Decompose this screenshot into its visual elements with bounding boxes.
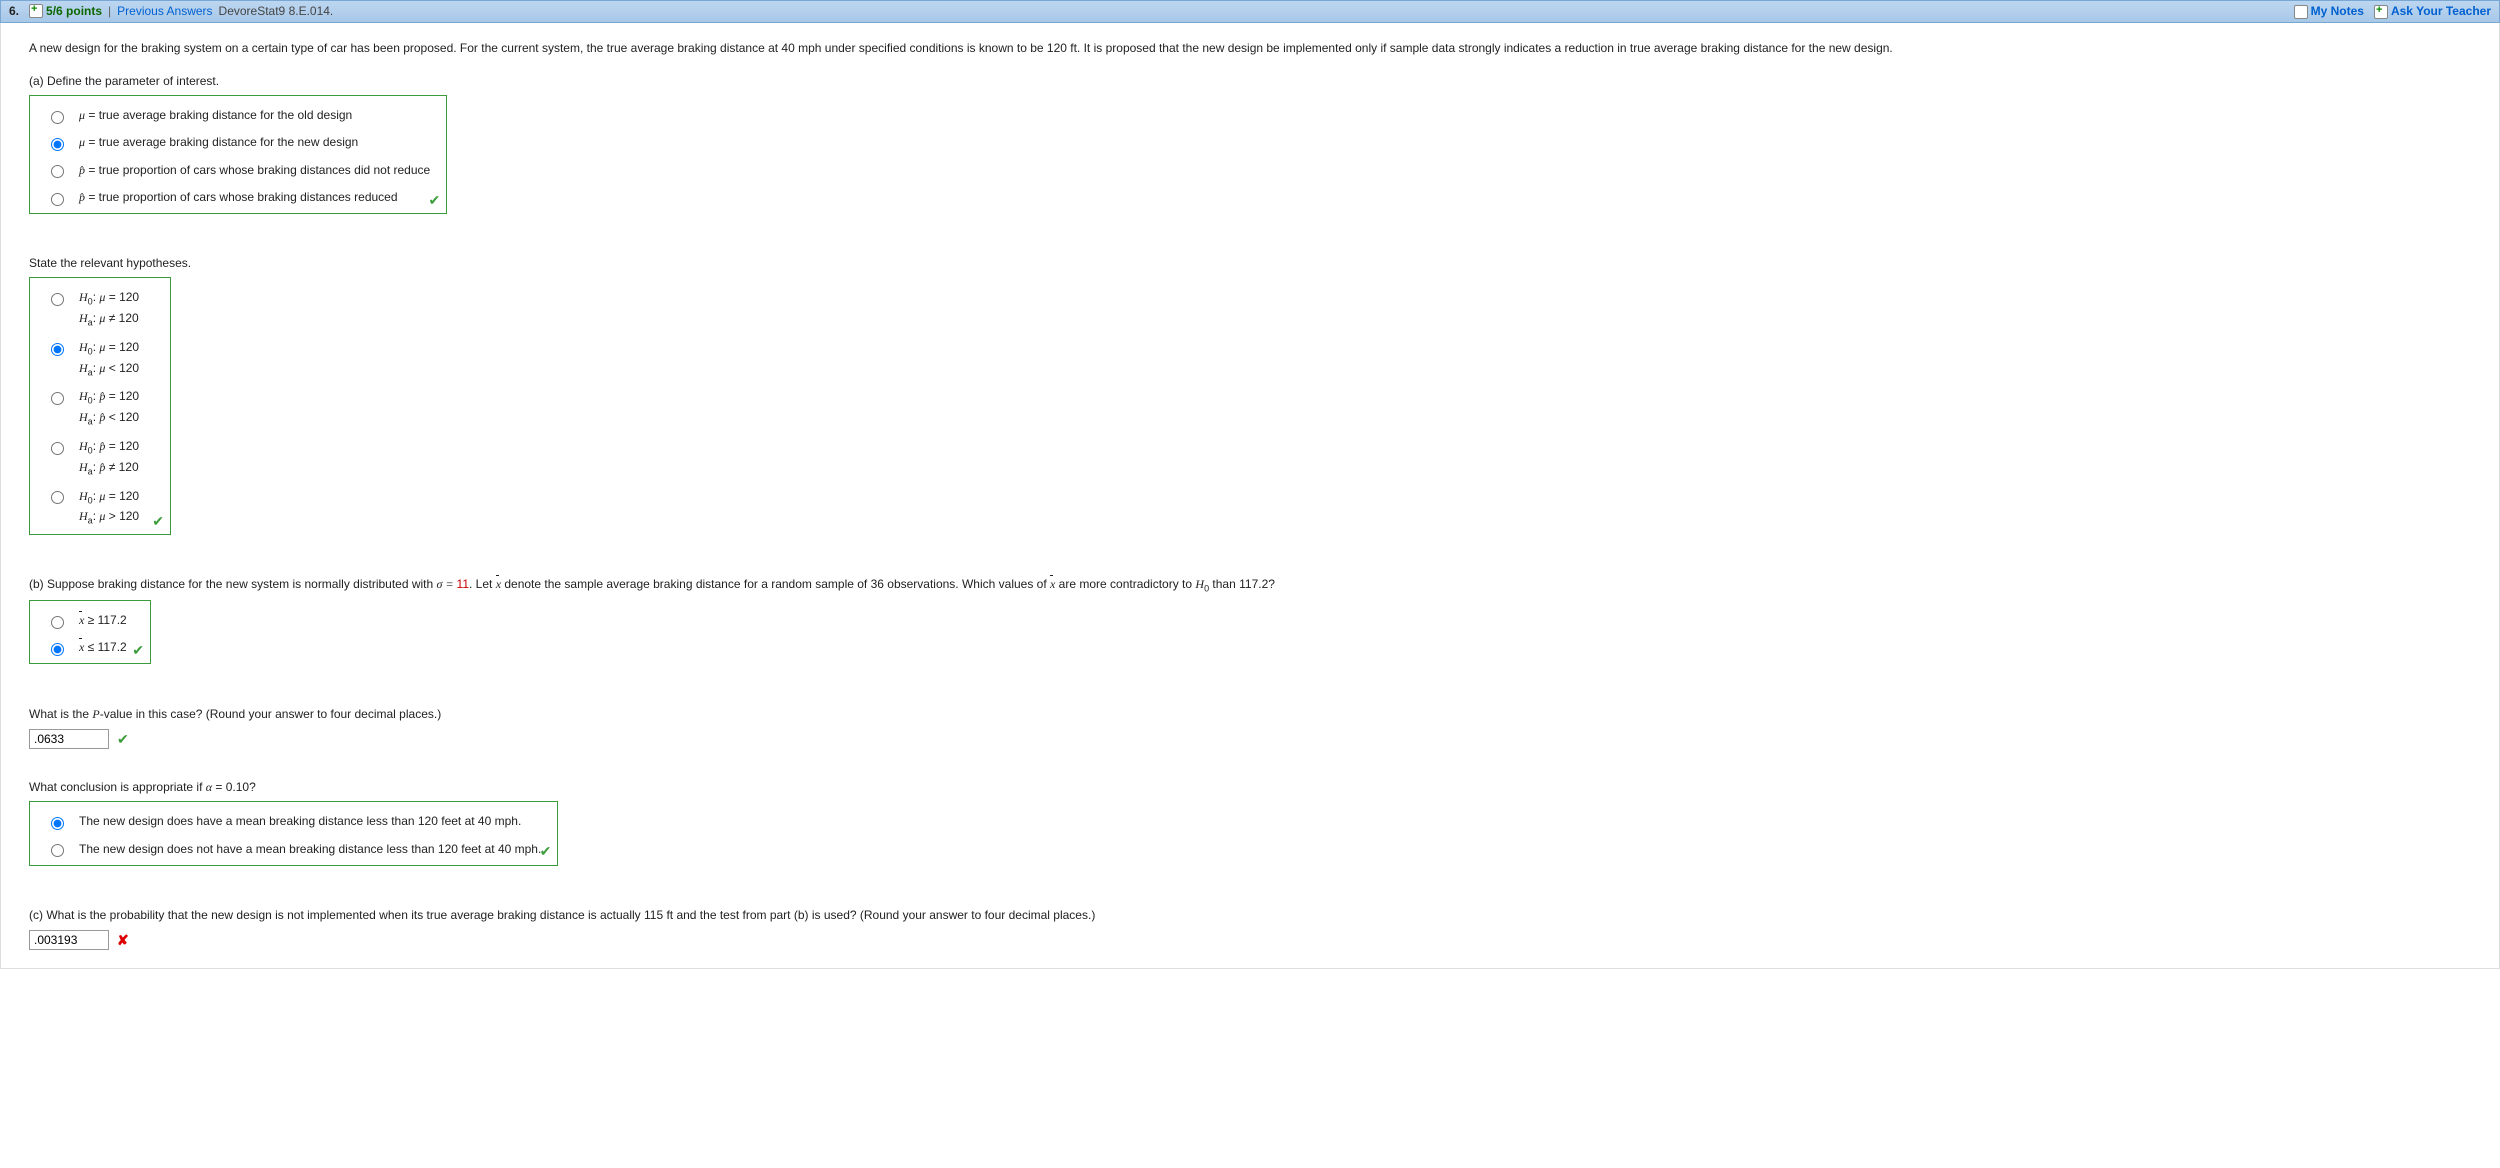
hyp-radio-5[interactable]	[51, 491, 64, 504]
part-b-opt-1: x ≥ 117.2	[73, 607, 133, 634]
hyp-opt-4: H0: p̂ = 120 Ha: p̂ ≠ 120	[73, 433, 145, 483]
textbook-ref: DevoreStat9 8.E.014.	[219, 4, 334, 18]
concl-opt-1: The new design does have a mean breaking…	[73, 808, 547, 835]
plus-icon	[2374, 5, 2388, 19]
conclusion-question: What conclusion is appropriate if α = 0.…	[29, 778, 2471, 797]
separator: |	[108, 4, 111, 18]
ask-teacher-link[interactable]: Ask Your Teacher	[2374, 4, 2491, 19]
hyp-opt-2: H0: μ = 120 Ha: μ < 120	[73, 334, 145, 384]
question-body: A new design for the braking system on a…	[0, 23, 2500, 969]
part-c-question: (c) What is the probability that the new…	[29, 906, 2471, 925]
part-a-opt-3: p̂ = true proportion of cars whose braki…	[73, 157, 436, 184]
part-c-input[interactable]	[29, 930, 109, 950]
part-a-radio-4[interactable]	[51, 193, 64, 206]
part-a-radio-3[interactable]	[51, 165, 64, 178]
concl-opt-2: The new design does not have a mean brea…	[73, 836, 547, 863]
part-a-opt-1: μ = true average braking distance for th…	[73, 102, 436, 129]
concl-radio-1[interactable]	[51, 817, 64, 830]
question-prompt: A new design for the braking system on a…	[29, 39, 2471, 58]
question-number: 6.	[9, 4, 19, 18]
expand-icon[interactable]	[29, 4, 43, 18]
previous-answers-link[interactable]: Previous Answers	[117, 4, 212, 18]
part-a-opt-4: p̂ = true proportion of cars whose braki…	[73, 184, 436, 211]
x-icon: ✘	[117, 929, 129, 951]
check-icon: ✔	[152, 510, 164, 532]
hyp-radio-3[interactable]	[51, 392, 64, 405]
part-a-radio-2[interactable]	[51, 138, 64, 151]
question-header: 6. 5/6 points | Previous Answers DevoreS…	[0, 0, 2500, 23]
hyp-opt-3: H0: p̂ = 120 Ha: p̂ < 120	[73, 383, 145, 433]
concl-radio-2[interactable]	[51, 844, 64, 857]
points-label: 5/6 points	[46, 4, 102, 18]
notes-icon	[2294, 5, 2308, 19]
part-b-options: x ≥ 117.2 x ≤ 117.2 ✔	[29, 600, 151, 664]
part-b-opt-2: x ≤ 117.2	[73, 634, 133, 661]
hyp-opt-1: H0: μ = 120 Ha: μ ≠ 120	[73, 284, 145, 334]
my-notes-link[interactable]: My Notes	[2294, 4, 2364, 19]
part-a-radio-1[interactable]	[51, 111, 64, 124]
part-b-radio-2[interactable]	[51, 643, 64, 656]
pvalue-question: What is the P-value in this case? (Round…	[29, 705, 2471, 724]
hyp-opt-5: H0: μ = 120 Ha: μ > 120	[73, 483, 145, 533]
conclusion-options: The new design does have a mean breaking…	[29, 801, 558, 865]
pvalue-input[interactable]	[29, 729, 109, 749]
part-b-label: (b) Suppose braking distance for the new…	[29, 575, 2471, 596]
check-icon: ✔	[540, 840, 552, 862]
hyp-radio-2[interactable]	[51, 343, 64, 356]
check-icon: ✔	[132, 639, 144, 661]
check-icon: ✔	[428, 189, 440, 211]
check-icon: ✔	[117, 728, 129, 750]
part-a-options: μ = true average braking distance for th…	[29, 95, 447, 214]
part-b-radio-1[interactable]	[51, 616, 64, 629]
hyp-radio-4[interactable]	[51, 442, 64, 455]
part-a-opt-2: μ = true average braking distance for th…	[73, 129, 436, 156]
part-a-label: (a) Define the parameter of interest.	[29, 72, 2471, 91]
hypotheses-label: State the relevant hypotheses.	[29, 254, 2471, 273]
hypotheses-options: H0: μ = 120 Ha: μ ≠ 120 H0: μ = 120 Ha: …	[29, 277, 171, 535]
hyp-radio-1[interactable]	[51, 293, 64, 306]
